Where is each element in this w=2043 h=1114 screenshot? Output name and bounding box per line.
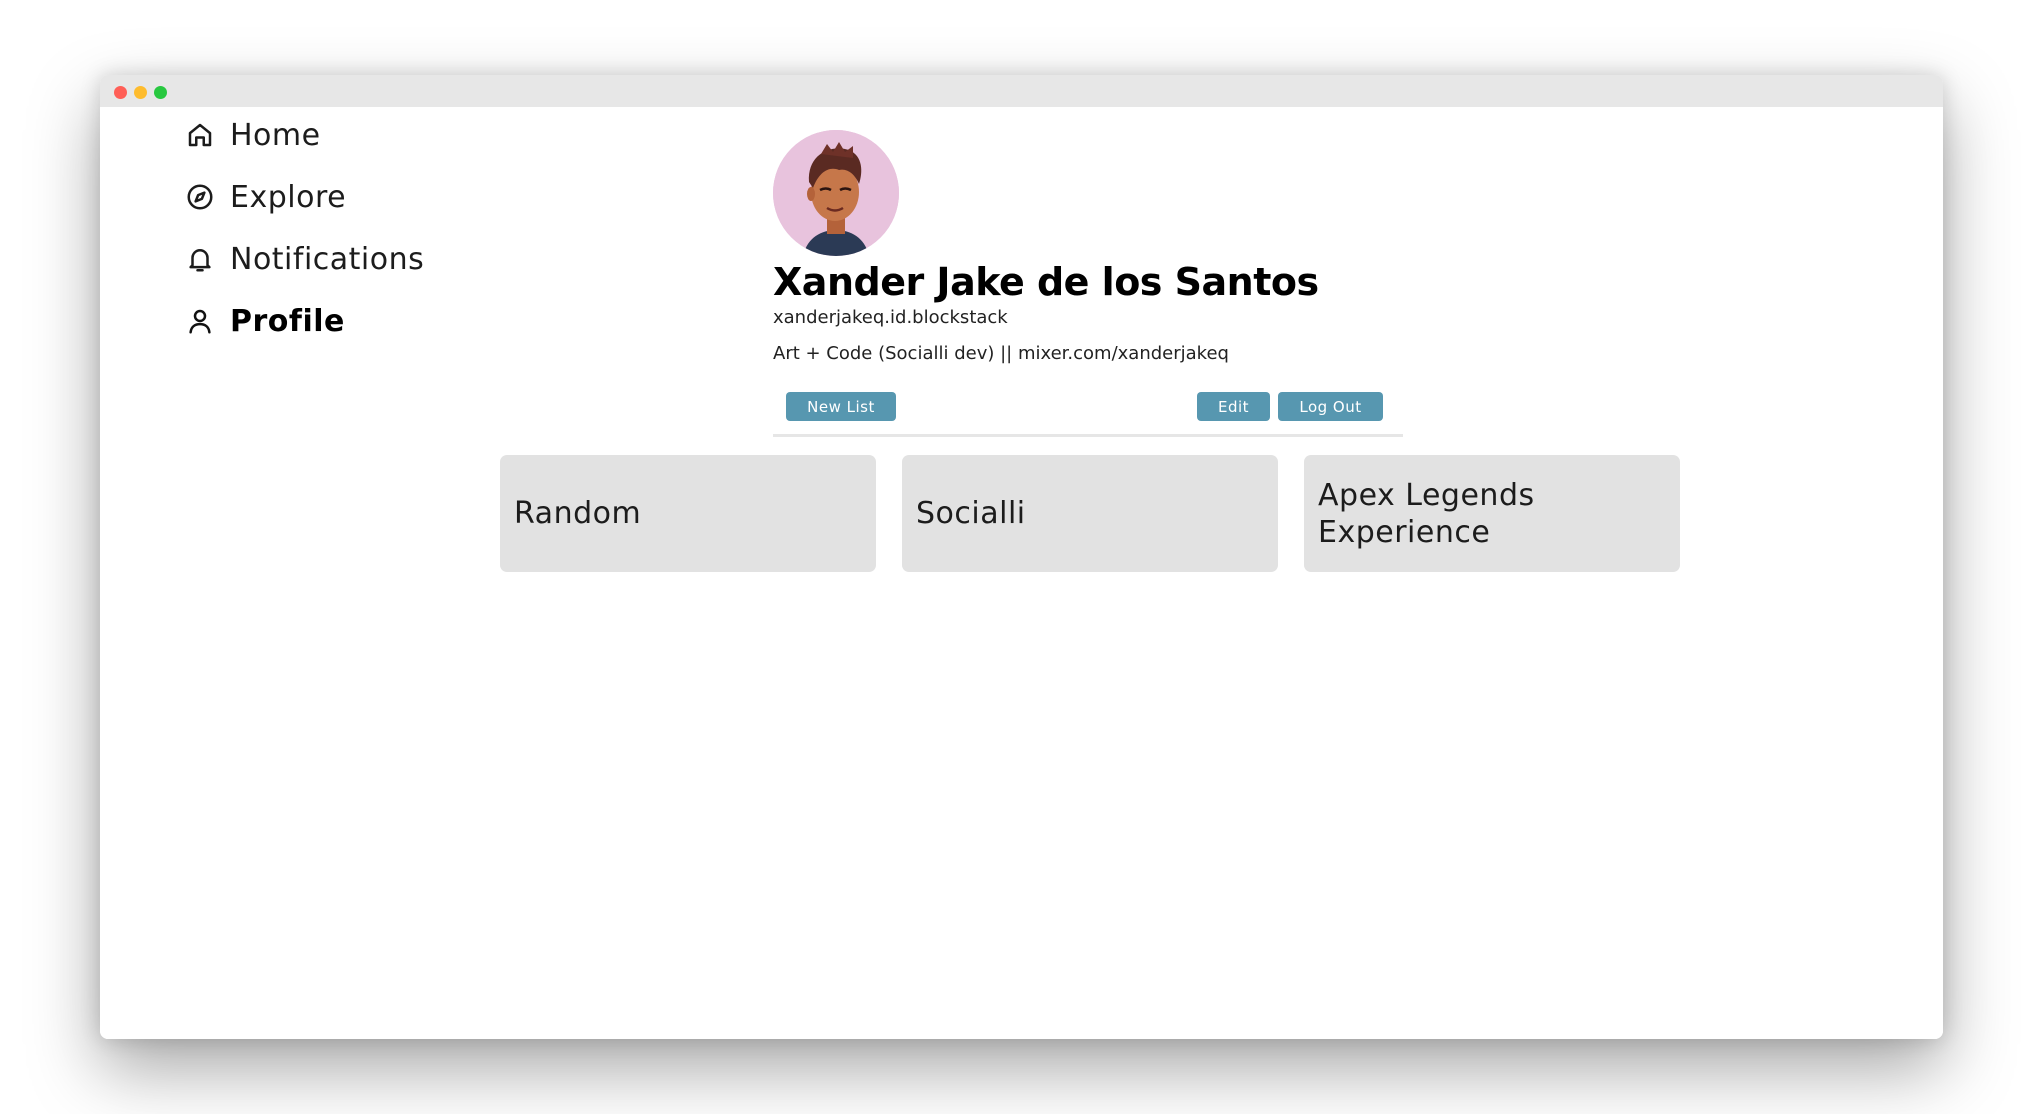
bell-icon (184, 243, 216, 275)
list-card-title: Random (514, 496, 642, 531)
profile-header: Xander Jake de los Santos xanderjakeq.id… (773, 130, 1403, 437)
edit-profile-button[interactable]: Edit (1197, 392, 1270, 421)
sidebar-item-label: Notifications (230, 241, 425, 277)
close-window-button[interactable] (114, 86, 127, 99)
list-card-title: Socialli (916, 496, 1026, 531)
divider (773, 434, 1403, 437)
screen: Home Explore Notifications Profile Xande… (0, 0, 2043, 1114)
list-card-title: Apex Legends Experience (1318, 477, 1535, 550)
sidebar-item-profile[interactable]: Profile (184, 301, 424, 341)
compass-icon (184, 181, 216, 213)
maximize-window-button[interactable] (154, 86, 167, 99)
log-out-button[interactable]: Log Out (1278, 392, 1383, 421)
list-card-socialli[interactable]: Socialli (902, 455, 1278, 572)
app-window: Home Explore Notifications Profile Xande… (100, 75, 1943, 1039)
list-card-apex-legends-experience[interactable]: Apex Legends Experience (1304, 455, 1680, 572)
sidebar-item-label: Explore (230, 179, 347, 215)
new-list-button[interactable]: New List (786, 392, 896, 421)
profile-actions: New List Edit Log Out (773, 392, 1403, 422)
profile-handle: xanderjakeq.id.blockstack (773, 307, 1008, 328)
user-icon (184, 305, 216, 337)
sidebar-item-label: Home (230, 117, 321, 153)
minimize-window-button[interactable] (134, 86, 147, 99)
profile-bio: Art + Code (Socialli dev) || mixer.com/x… (773, 343, 1229, 364)
app-content: Home Explore Notifications Profile Xande… (100, 107, 1943, 1039)
display-name: Xander Jake de los Santos (773, 260, 1319, 304)
window-titlebar (100, 75, 1943, 107)
sidebar-nav: Home Explore Notifications Profile (184, 115, 424, 363)
lists-grid: Random Socialli Apex Legends Experience (500, 455, 1680, 572)
sidebar-item-home[interactable]: Home (184, 115, 424, 155)
sidebar-item-label: Profile (230, 303, 345, 339)
sidebar-item-notifications[interactable]: Notifications (184, 239, 424, 279)
list-card-random[interactable]: Random (500, 455, 876, 572)
avatar (773, 130, 899, 256)
sidebar-item-explore[interactable]: Explore (184, 177, 424, 217)
home-icon (184, 119, 216, 151)
